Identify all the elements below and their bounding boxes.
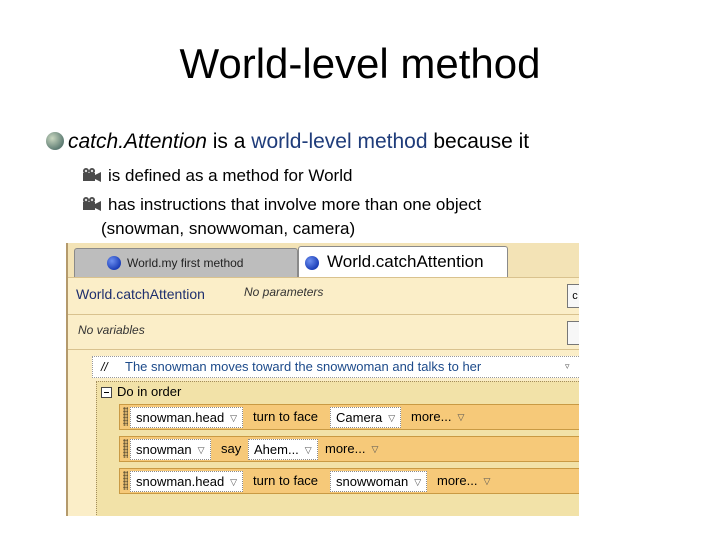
- chevron-down-icon: ▽: [371, 444, 379, 454]
- statement-row[interactable]: snowman.head ▽ turn to face Camera ▽ more.…: [119, 404, 579, 430]
- more-dropdown[interactable]: more... ▽: [320, 439, 383, 458]
- do-in-order-block[interactable]: Do in order snowman.head ▽ turn to face C…: [96, 381, 579, 516]
- bullet-highlight: world-level method: [251, 130, 428, 153]
- tab-label: World.catchAttention: [327, 252, 484, 271]
- camera-bullet-icon: [83, 197, 101, 211]
- tab-label: World.my first method: [127, 256, 244, 270]
- statement-row[interactable]: snowman.head ▽ turn to face snowwoman ▽ mo…: [119, 468, 579, 494]
- argument-dropdown[interactable]: Ahem... ▽: [248, 439, 318, 460]
- object-label: snowman: [136, 442, 192, 457]
- chevron-down-icon: ▽: [388, 413, 396, 423]
- tab-world-my-first-method[interactable]: World.my first method: [74, 248, 298, 277]
- method-ball-icon: [305, 256, 319, 270]
- more-label: more...: [411, 409, 452, 424]
- variables-label: No variables: [78, 323, 145, 337]
- argument-label: snowwoman: [336, 474, 409, 489]
- statement-row[interactable]: snowman ▽ say Ahem... ▽ more... ▽: [119, 436, 579, 462]
- chevron-down-icon: ▽: [230, 413, 238, 423]
- variables-header: No variables: [68, 314, 579, 349]
- comment-prefix: //: [101, 360, 108, 374]
- sub-bullet-2: has instructions that involve more than …: [80, 195, 481, 215]
- more-label: more...: [325, 441, 366, 456]
- argument-label: Camera: [336, 410, 383, 425]
- bullet-text-2: because it: [427, 130, 530, 153]
- comment-statement[interactable]: // The snowman moves toward the snowwoma…: [92, 356, 579, 378]
- chevron-down-icon[interactable]: ▿: [565, 361, 570, 372]
- method-label: turn to face: [253, 409, 319, 424]
- sub-bullet-1: is defined as a method for World: [80, 166, 352, 186]
- bullet-text-1: is a: [206, 130, 252, 153]
- method-name: World.catchAttention: [76, 286, 205, 302]
- argument-dropdown[interactable]: snowwoman ▽: [330, 471, 428, 492]
- method-ball-icon: [107, 256, 121, 270]
- chevron-down-icon: ▽: [230, 477, 238, 487]
- editor-tab-bar: World.my first method World.catchAttenti…: [68, 243, 579, 278]
- create-variable-button[interactable]: [567, 321, 579, 345]
- object-dropdown[interactable]: snowman.head ▽: [130, 471, 244, 492]
- sub-bullet-2-continuation: (snowman, snowwoman, camera): [101, 219, 356, 238]
- method-label: turn to face: [253, 473, 319, 488]
- comment-text[interactable]: The snowman moves toward the snowwoman a…: [125, 359, 481, 374]
- argument-label: Ahem...: [254, 442, 299, 457]
- slide-title: World-level method: [179, 40, 541, 87]
- chevron-down-icon: ▽: [414, 477, 422, 487]
- more-dropdown[interactable]: more... ▽: [432, 471, 495, 490]
- chevron-down-icon: ▽: [197, 445, 205, 455]
- camera-bullet-icon: [83, 168, 101, 182]
- sub-bullet-1-text: is defined as a method for World: [108, 166, 353, 185]
- create-parameter-button[interactable]: c: [567, 284, 579, 308]
- sub-bullet-2-text: has instructions that involve more than …: [108, 195, 482, 214]
- method-label: say: [221, 441, 242, 456]
- more-dropdown[interactable]: more... ▽: [406, 407, 469, 426]
- globe-bullet-icon: [46, 132, 64, 150]
- chevron-down-icon: ▽: [483, 476, 491, 486]
- drag-handle-icon[interactable]: [123, 471, 128, 490]
- object-label: snowman.head: [136, 410, 225, 425]
- more-label: more...: [437, 473, 478, 488]
- tab-world-catch-attention[interactable]: World.catchAttention: [298, 246, 508, 278]
- method-editor: World.my first method World.catchAttenti…: [66, 243, 579, 516]
- object-dropdown[interactable]: snowman ▽: [130, 439, 211, 460]
- drag-handle-icon[interactable]: [123, 407, 128, 426]
- main-bullet: catch.Attention is a world-level method …: [46, 130, 529, 154]
- argument-dropdown[interactable]: Camera ▽: [330, 407, 402, 428]
- drag-handle-icon[interactable]: [123, 439, 128, 458]
- method-body: // The snowman moves toward the snowwoma…: [68, 349, 579, 516]
- do-in-order-label: Do in order: [117, 384, 182, 399]
- bullet-method-name: catch.Attention: [68, 130, 207, 153]
- object-dropdown[interactable]: snowman.head ▽: [130, 407, 244, 428]
- parameters-label: No parameters: [244, 285, 324, 299]
- collapse-icon[interactable]: [101, 387, 112, 398]
- chevron-down-icon: ▽: [457, 412, 465, 422]
- object-label: snowman.head: [136, 474, 225, 489]
- method-header: World.catchAttention No parameters c: [68, 277, 579, 314]
- chevron-down-icon: ▽: [304, 445, 312, 455]
